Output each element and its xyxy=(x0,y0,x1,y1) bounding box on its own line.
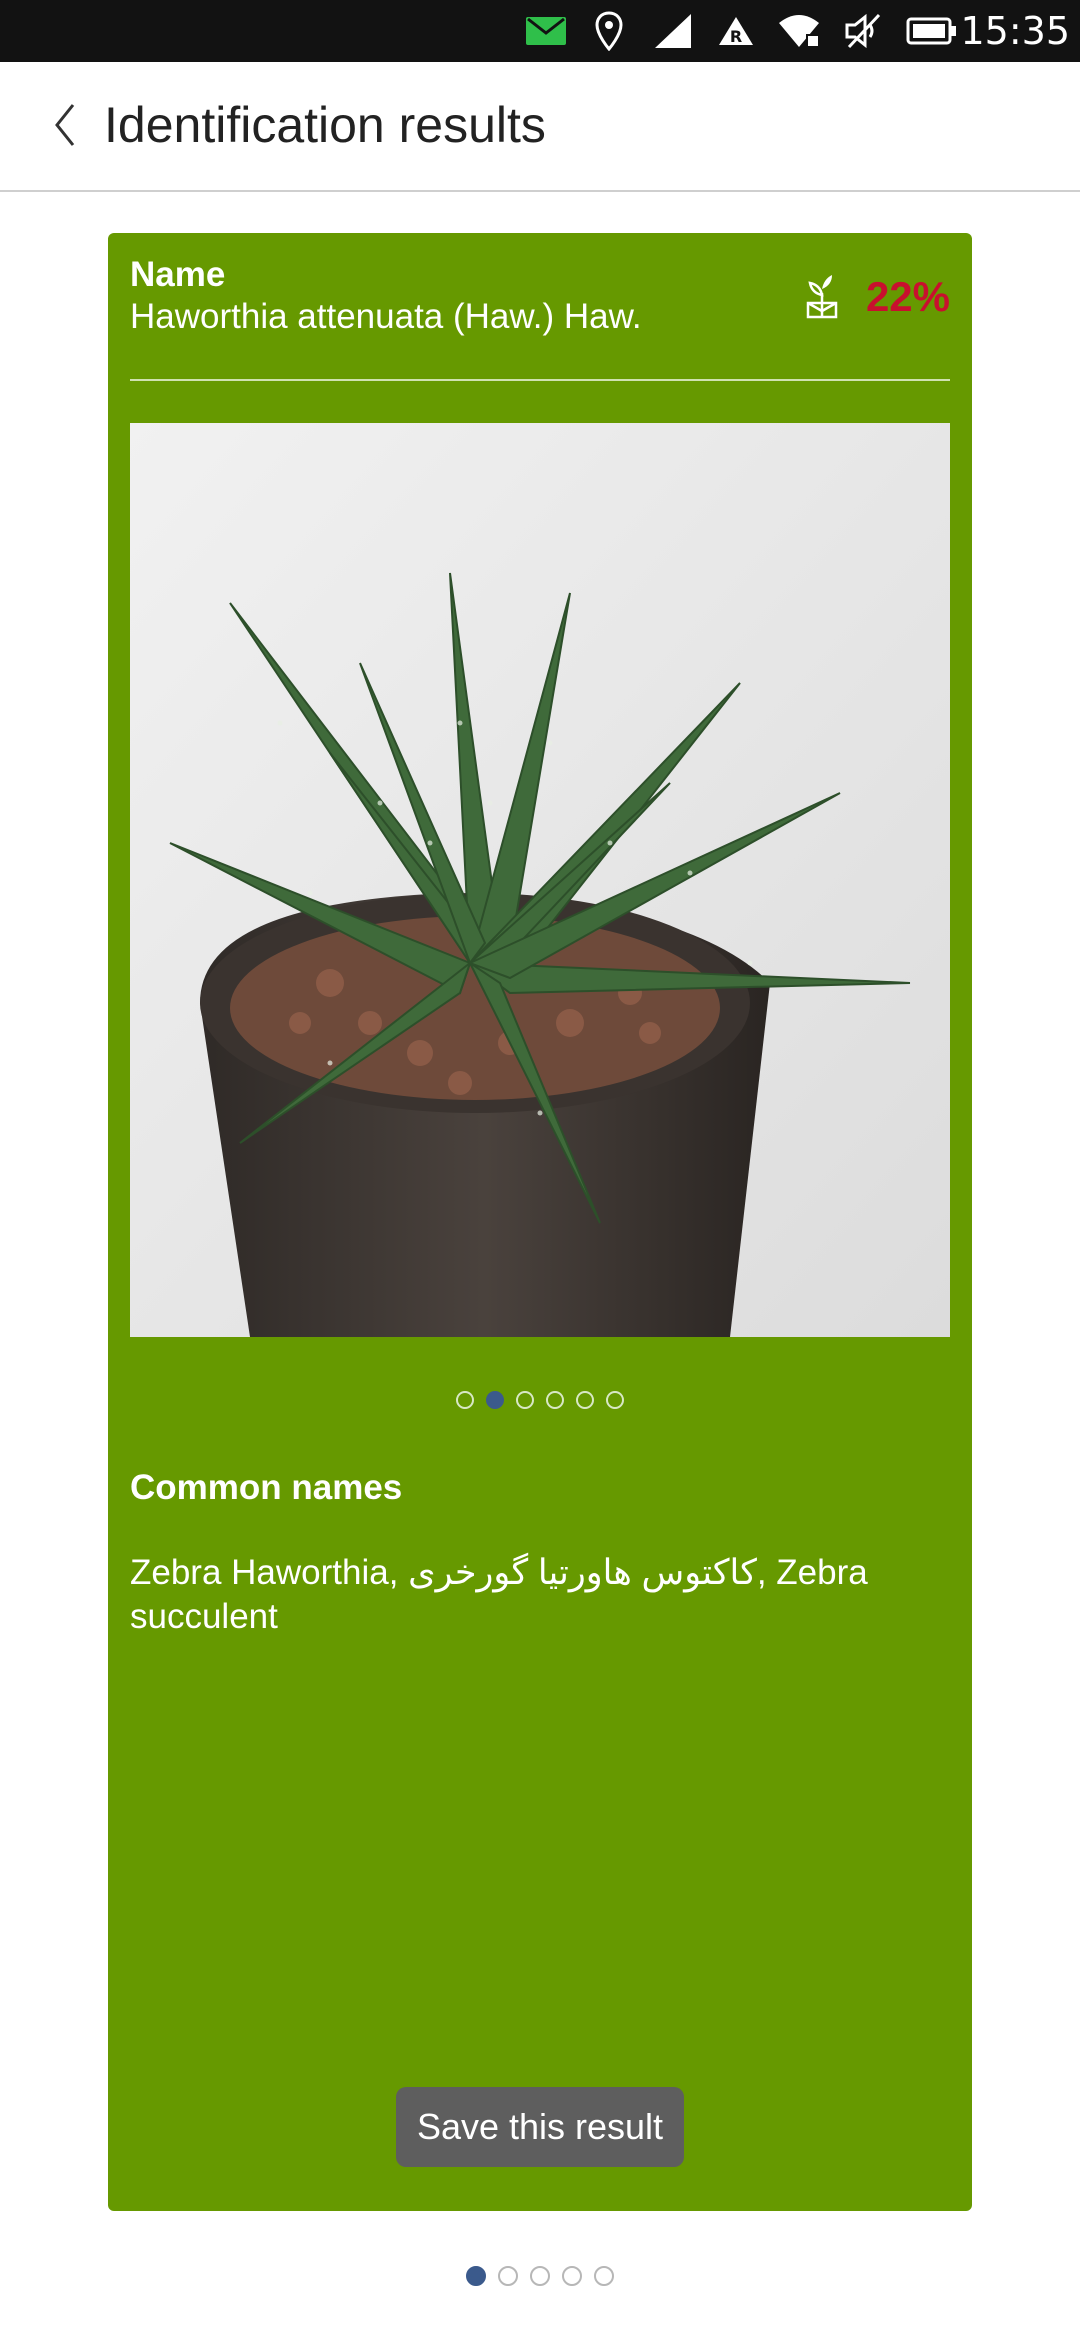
clock: 15:35 xyxy=(960,9,1070,53)
results-pager[interactable] xyxy=(0,2266,1080,2286)
common-names-value: Zebra Haworthia, کاکتوس هاورتیا گورخری, … xyxy=(130,1553,868,1636)
chevron-left-icon xyxy=(55,104,75,146)
match-score: 22% xyxy=(865,273,950,320)
pager-dot-active[interactable] xyxy=(486,1391,504,1409)
plant-photo[interactable] xyxy=(130,423,950,1337)
result-card[interactable]: Name Haworthia attenuata (Haw.) Haw. 22% xyxy=(108,233,972,2211)
pager-dot[interactable] xyxy=(546,1391,564,1409)
roaming-icon: R xyxy=(716,0,756,62)
pager-dot[interactable] xyxy=(576,1391,594,1409)
name-label: Name xyxy=(130,255,226,294)
page-title: Identification results xyxy=(104,97,546,153)
status-bar: R 15:35 xyxy=(0,0,1080,62)
mute-icon xyxy=(842,0,884,62)
mail-icon xyxy=(524,0,568,62)
wifi-icon xyxy=(776,0,822,62)
back-button[interactable] xyxy=(40,92,90,158)
results-pager-dot[interactable] xyxy=(498,2266,518,2286)
app-header: Identification results xyxy=(0,62,1080,192)
pager-dot[interactable] xyxy=(456,1391,474,1409)
location-icon xyxy=(592,0,626,62)
results-pager-dot-active[interactable] xyxy=(466,2266,486,2286)
pager-dot[interactable] xyxy=(516,1391,534,1409)
results-pager-dot[interactable] xyxy=(594,2266,614,2286)
save-result-button[interactable]: Save this result xyxy=(396,2087,684,2167)
plant-icon xyxy=(802,273,842,319)
divider xyxy=(130,379,950,381)
signal-icon xyxy=(652,0,694,62)
battery-icon xyxy=(904,0,960,62)
svg-text:R: R xyxy=(730,27,742,46)
common-names-label: Common names xyxy=(130,1468,403,1507)
results-pager-dot[interactable] xyxy=(562,2266,582,2286)
results-pager-dot[interactable] xyxy=(530,2266,550,2286)
species-name: Haworthia attenuata (Haw.) Haw. xyxy=(130,297,642,336)
image-pager[interactable] xyxy=(108,1391,972,1409)
pager-dot[interactable] xyxy=(606,1391,624,1409)
